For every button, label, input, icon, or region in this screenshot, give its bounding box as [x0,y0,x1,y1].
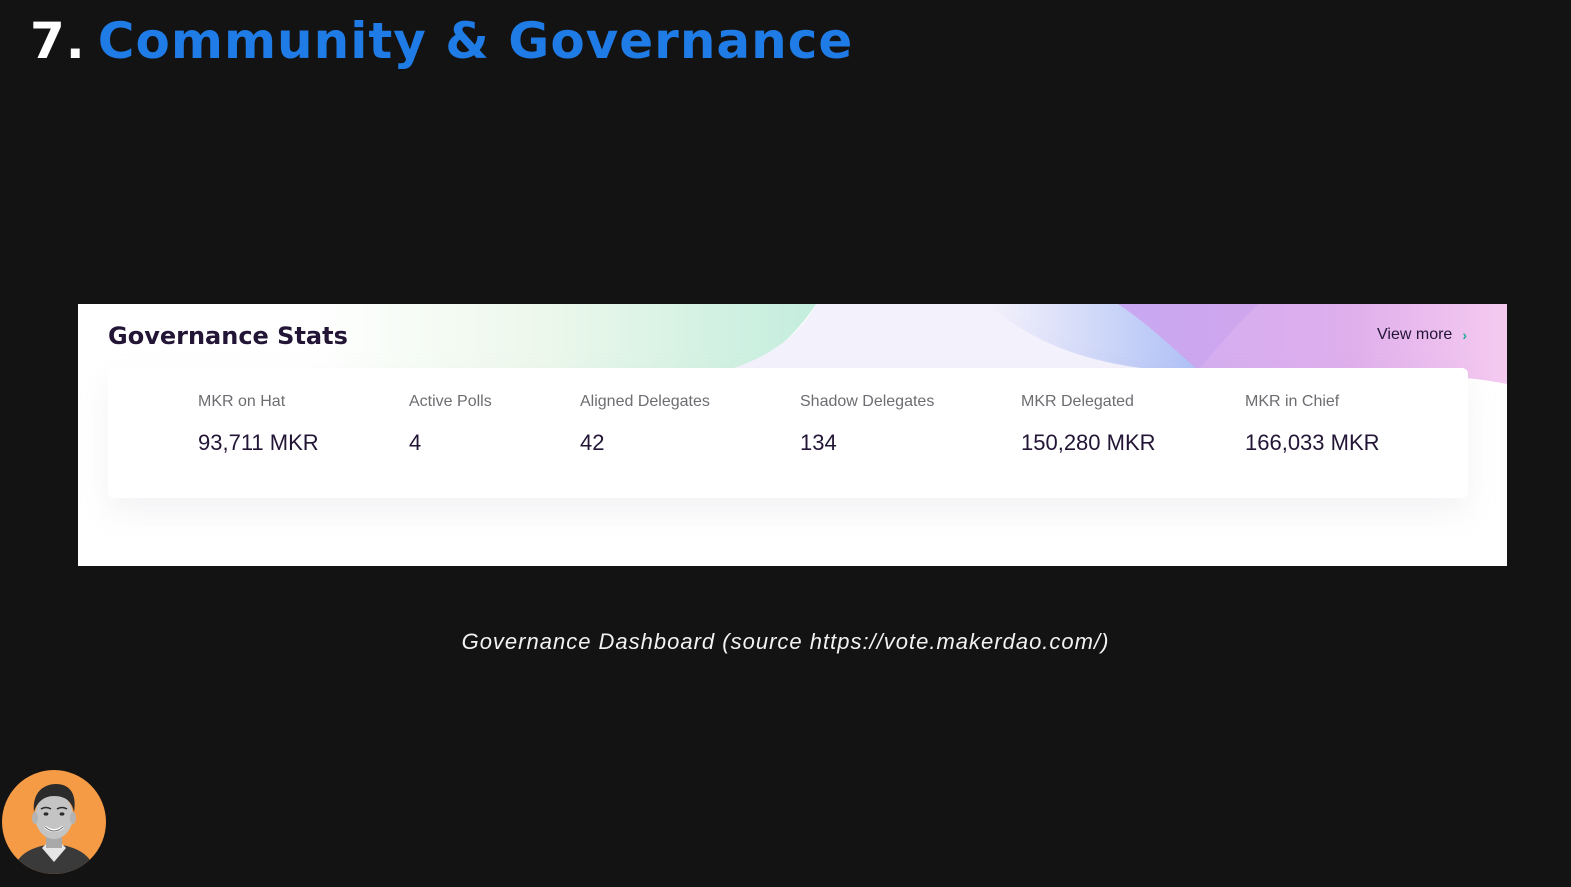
chevron-right-icon: › [1462,327,1467,343]
stat-value: 150,280 MKR [1021,430,1156,455]
person-icon [12,784,96,874]
stats-panel: MKR on Hat 93,711 MKR Active Polls 4 Ali… [108,368,1468,498]
view-more-link[interactable]: View more › [1377,326,1467,344]
image-caption: Governance Dashboard (source https://vot… [461,629,1110,654]
view-more-label: View more [1377,326,1453,343]
stat-label: MKR Delegated [1021,393,1134,410]
slide-title: 7. Community & Governance [30,6,853,76]
governance-stats-card: Governance Stats View more › MKR on Hat … [78,304,1507,566]
stat-label: MKR on Hat [198,393,286,410]
stat-label: MKR in Chief [1245,393,1340,410]
stat-value: 42 [580,430,605,455]
presenter-avatar [2,770,106,874]
stat-aligned-delegates: Aligned Delegates 42 [580,392,710,456]
slide-number: 7. [30,12,86,70]
stat-shadow-delegates: Shadow Delegates 134 [800,392,934,456]
stat-value: 166,033 MKR [1245,430,1380,455]
stat-value: 93,711 MKR [198,430,319,455]
stat-label: Shadow Delegates [800,393,935,410]
stat-value: 4 [409,430,422,455]
card-title: Governance Stats [108,322,348,350]
stat-mkr-delegated: MKR Delegated 150,280 MKR [1021,392,1156,456]
stat-mkr-in-chief: MKR in Chief 166,033 MKR [1245,392,1380,456]
stat-label: Active Polls [409,393,492,410]
stat-mkr-on-hat: MKR on Hat 93,711 MKR [198,392,319,456]
slide-title-text: Community & Governance [97,12,854,70]
stat-value: 134 [800,430,837,455]
stat-label: Aligned Delegates [580,393,710,410]
stat-active-polls: Active Polls 4 [409,392,492,456]
